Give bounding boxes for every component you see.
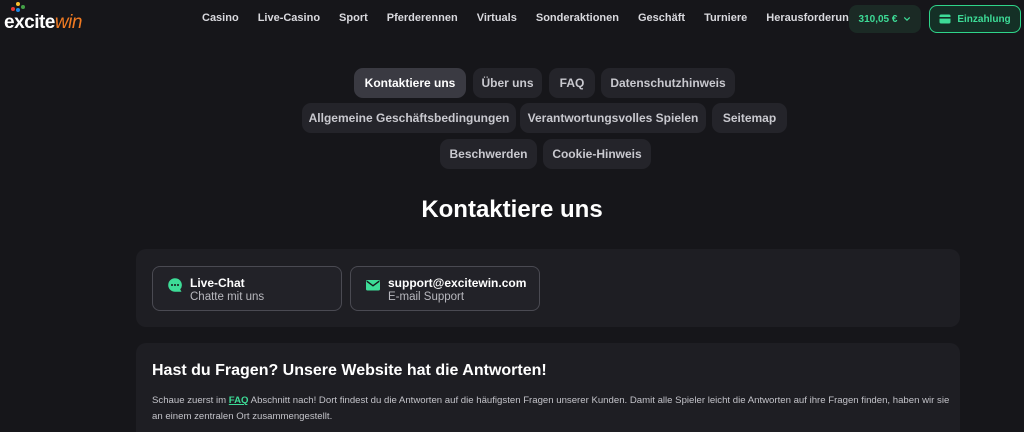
faq-text-after: Abschnitt nach! Dort findest du die Antw… [152,395,950,422]
deposit-label: Einzahlung [957,13,1011,25]
wallet-icon [939,14,951,24]
chat-bubble-icon [168,278,182,292]
tab-faq[interactable]: FAQ [549,68,595,98]
tab-beschwerden[interactable]: Beschwerden [440,139,537,169]
nav-item-turniere[interactable]: Turniere [704,12,747,24]
logo-dots-icon [11,2,27,12]
nav-item-sport[interactable]: Sport [339,12,368,24]
live-chat-title: Live-Chat [190,276,245,290]
nav-item-pferderennen[interactable]: Pferderennen [387,12,458,24]
nav-item-casino[interactable]: Casino [202,12,239,24]
tab-agb[interactable]: Allgemeine Geschäftsbedingungen [302,103,516,133]
chevron-down-icon [904,17,911,22]
tab-verantwortungsvolles-spielen[interactable]: Verantwortungsvolles Spielen [520,103,706,133]
faq-text-before: Schaue zuerst im [152,395,229,406]
nav-item-live-casino[interactable]: Live-Casino [258,12,320,24]
faq-section-text: Schaue zuerst im FAQ Abschnitt nach! Dor… [152,393,952,425]
live-chat-card[interactable]: Live-Chat Chatte mit uns [152,266,342,311]
contact-options-panel: Live-Chat Chatte mit uns support@excitew… [136,249,960,327]
logo-text-part1: excite [4,12,55,33]
live-chat-subtitle: Chatte mit uns [190,291,265,303]
logo-text-part2: win [54,12,83,33]
main-nav: Casino Live-Casino Sport Pferderennen Vi… [202,12,887,24]
page-title: Kontaktiere uns [421,196,603,223]
top-header: excite win Casino Live-Casino Sport Pferd… [0,0,1024,38]
balance-dropdown[interactable]: 310,05 € [849,5,921,33]
tab-cookie-hinweis[interactable]: Cookie-Hinweis [543,139,651,169]
email-support-subtitle: E-mail Support [388,291,465,303]
tab-ueber-uns[interactable]: Über uns [473,68,542,98]
email-support-card[interactable]: support@excitewin.com E-mail Support [350,266,540,311]
deposit-button[interactable]: Einzahlung [929,5,1021,33]
nav-item-virtuals[interactable]: Virtuals [477,12,517,24]
faq-info-panel: Hast du Fragen? Unsere Website hat die A… [136,343,960,432]
balance-amount: 310,05 € [858,13,898,25]
excitewin-logo[interactable]: excite win [4,2,83,34]
tab-datenschutzhinweis[interactable]: Datenschutzhinweis [601,68,735,98]
faq-section-title: Hast du Fragen? Unsere Website hat die A… [152,362,547,379]
tab-kontaktiere-uns[interactable]: Kontaktiere uns [354,68,466,98]
faq-link[interactable]: FAQ [229,395,249,406]
nav-item-sonderaktionen[interactable]: Sonderaktionen [536,12,619,24]
nav-item-geschaeft[interactable]: Geschäft [638,12,685,24]
support-email: support@excitewin.com [388,276,527,290]
mail-icon [366,280,380,291]
tab-seitemap[interactable]: Seitemap [712,103,787,133]
